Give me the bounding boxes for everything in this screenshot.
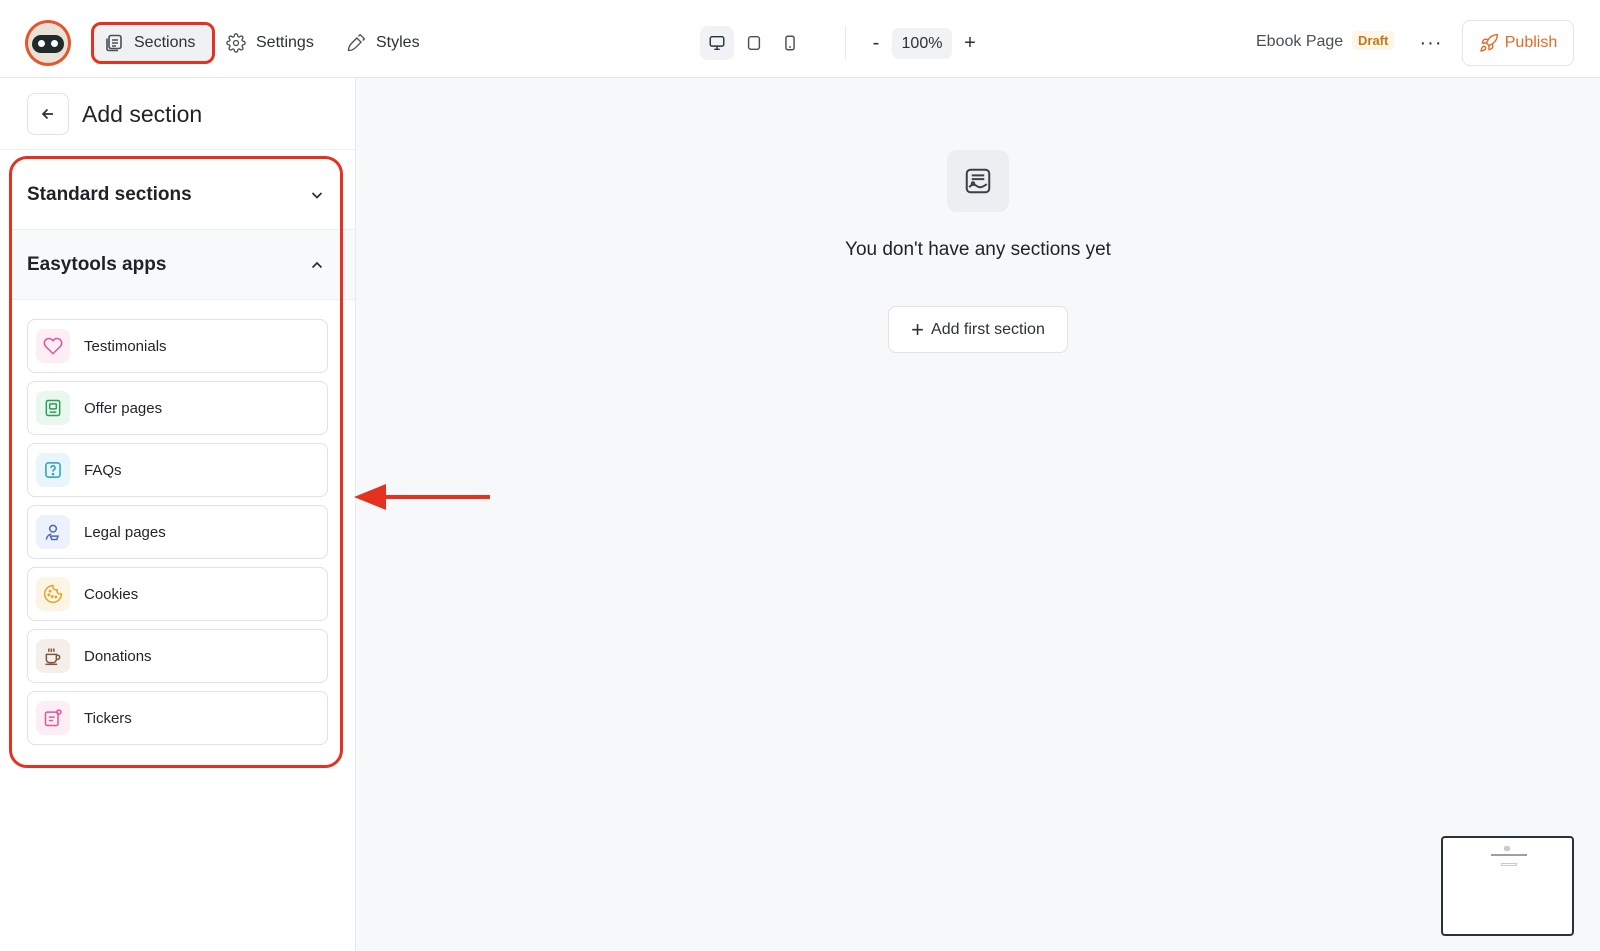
panel-title: Add section xyxy=(82,101,203,127)
tablet-icon xyxy=(747,35,761,51)
page-minimap[interactable] xyxy=(1441,836,1574,936)
legal-user-icon xyxy=(36,515,70,549)
annotation-arrow-icon xyxy=(354,484,490,510)
heart-icon xyxy=(36,329,70,363)
nav-styles[interactable]: Styles xyxy=(346,22,420,64)
status-badge: Draft xyxy=(1352,31,1395,50)
gear-icon xyxy=(226,33,246,53)
coffee-cup-icon xyxy=(36,639,70,673)
page-canvas[interactable]: You don't have any sections yet + Add fi… xyxy=(356,78,1600,951)
arrow-left-icon xyxy=(41,108,53,120)
panel-header: Add section xyxy=(0,78,355,150)
group-label: Easytools apps xyxy=(27,253,167,275)
apps-list: Testimonials Offer pages FAQs Legal page… xyxy=(27,319,328,753)
app-item-donations[interactable]: Donations xyxy=(27,629,328,683)
app-item-offer-pages[interactable]: Offer pages xyxy=(27,381,328,435)
publish-button[interactable]: Publish xyxy=(1462,20,1574,66)
zoom-out-button[interactable]: - xyxy=(864,26,888,60)
mobile-view-button[interactable] xyxy=(773,26,807,60)
ticker-icon xyxy=(36,701,70,735)
chevron-down-icon xyxy=(311,192,323,199)
group-standard-sections[interactable]: Standard sections xyxy=(12,160,355,230)
empty-sections-icon xyxy=(947,150,1009,212)
nav-styles-label: Styles xyxy=(376,34,420,51)
add-section-panel: Add section Standard sections Easytools … xyxy=(0,78,356,951)
add-first-section-label: Add first section xyxy=(931,320,1045,338)
more-options-button[interactable]: ··· xyxy=(1416,28,1446,58)
top-bar: Sections Settings Styles - 100% + Ebook … xyxy=(0,0,1600,78)
back-button[interactable] xyxy=(27,93,69,135)
more-dots-icon: ··· xyxy=(1419,31,1443,54)
app-item-label: Offer pages xyxy=(84,399,163,417)
zoom-level[interactable]: 100% xyxy=(892,28,952,59)
toolbar-divider xyxy=(845,26,846,60)
app-item-label: Legal pages xyxy=(84,523,166,541)
sloth-logo-icon xyxy=(28,23,68,63)
add-first-section-button[interactable]: + Add first section xyxy=(888,306,1068,353)
app-item-legal-pages[interactable]: Legal pages xyxy=(27,505,328,559)
app-item-cookies[interactable]: Cookies xyxy=(27,567,328,621)
rocket-icon xyxy=(1480,33,1498,52)
desktop-view-button[interactable] xyxy=(700,26,734,60)
cookie-icon xyxy=(36,577,70,611)
nav-settings-label: Settings xyxy=(256,34,314,51)
logo[interactable] xyxy=(25,20,71,66)
question-icon xyxy=(36,453,70,487)
publish-label: Publish xyxy=(1504,34,1558,51)
phone-icon xyxy=(785,35,795,51)
plus-icon: + xyxy=(911,316,925,342)
nav-settings[interactable]: Settings xyxy=(226,22,314,64)
monitor-icon xyxy=(709,35,725,51)
empty-state-message: You don't have any sections yet xyxy=(845,239,1111,260)
app-item-tickers[interactable]: Tickers xyxy=(27,691,328,745)
app-item-label: Testimonials xyxy=(84,337,167,355)
group-easytools-apps[interactable]: Easytools apps xyxy=(12,230,355,300)
nav-sections[interactable]: Sections xyxy=(91,22,215,64)
nav-sections-label: Sections xyxy=(134,34,196,51)
app-item-label: Donations xyxy=(84,647,152,665)
zoom-in-button[interactable]: + xyxy=(958,26,982,60)
tablet-view-button[interactable] xyxy=(737,26,771,60)
app-item-testimonials[interactable]: Testimonials xyxy=(27,319,328,373)
app-item-faqs[interactable]: FAQs xyxy=(27,443,328,497)
app-item-label: Tickers xyxy=(84,709,132,727)
chevron-up-icon xyxy=(311,261,323,269)
app-item-label: FAQs xyxy=(84,461,122,479)
brush-icon xyxy=(347,33,366,52)
group-label: Standard sections xyxy=(27,183,192,205)
app-item-label: Cookies xyxy=(84,585,139,603)
page-name[interactable]: Ebook Page xyxy=(1256,33,1343,51)
offer-page-icon xyxy=(36,391,70,425)
sections-icon xyxy=(106,34,122,52)
